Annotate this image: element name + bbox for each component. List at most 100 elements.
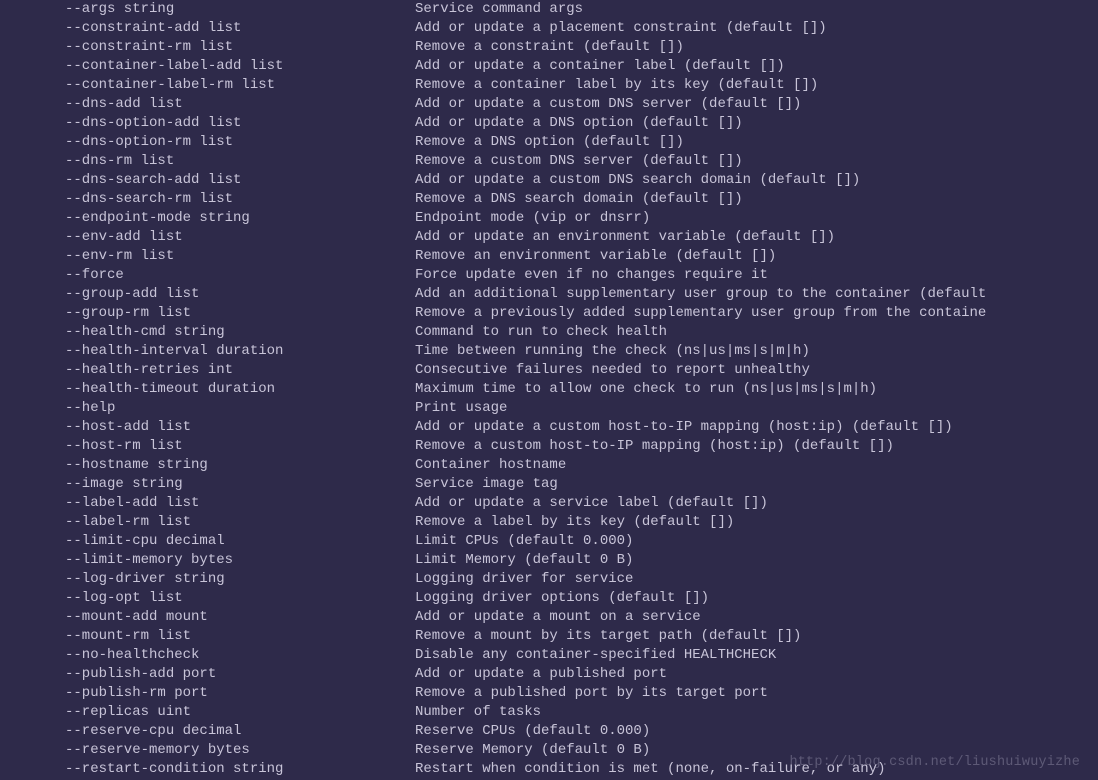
option-description: Remove a mount by its target path (defau… (415, 627, 801, 646)
option-description: Container hostname (415, 456, 566, 475)
option-row: --dns-search-add listAdd or update a cus… (0, 171, 1098, 190)
option-description: Add or update a published port (415, 665, 667, 684)
option-flag: --reserve-memory bytes (0, 741, 415, 760)
option-flag: --replicas uint (0, 703, 415, 722)
option-description: Remove an environment variable (default … (415, 247, 776, 266)
option-row: --mount-add mountAdd or update a mount o… (0, 608, 1098, 627)
option-row: --replicas uintNumber of tasks (0, 703, 1098, 722)
option-row: --env-add listAdd or update an environme… (0, 228, 1098, 247)
option-flag: --limit-cpu decimal (0, 532, 415, 551)
option-flag: --force (0, 266, 415, 285)
option-description: Add or update a service label (default [… (415, 494, 768, 513)
option-description: Maximum time to allow one check to run (… (415, 380, 877, 399)
option-description: Reserve Memory (default 0 B) (415, 741, 650, 760)
option-flag: --group-add list (0, 285, 415, 304)
option-row: --health-cmd stringCommand to run to che… (0, 323, 1098, 342)
option-flag: --label-add list (0, 494, 415, 513)
option-description: Limit CPUs (default 0.000) (415, 532, 633, 551)
option-row: --publish-add portAdd or update a publis… (0, 665, 1098, 684)
option-row: --no-healthcheckDisable any container-sp… (0, 646, 1098, 665)
option-description: Remove a constraint (default []) (415, 38, 684, 57)
option-description: Add or update a placement constraint (de… (415, 19, 827, 38)
option-description: Remove a label by its key (default []) (415, 513, 734, 532)
cli-help-output: --args stringService command args--const… (0, 0, 1098, 779)
option-flag: --host-add list (0, 418, 415, 437)
option-description: Print usage (415, 399, 507, 418)
option-flag: --mount-add mount (0, 608, 415, 627)
option-description: Remove a DNS option (default []) (415, 133, 684, 152)
option-row: --image stringService image tag (0, 475, 1098, 494)
option-flag: --dns-search-add list (0, 171, 415, 190)
option-flag: --health-cmd string (0, 323, 415, 342)
option-description: Add an additional supplementary user gro… (415, 285, 986, 304)
option-description: Remove a custom DNS server (default []) (415, 152, 743, 171)
option-flag: --no-healthcheck (0, 646, 415, 665)
option-description: Remove a container label by its key (def… (415, 76, 818, 95)
option-row: --host-rm listRemove a custom host-to-IP… (0, 437, 1098, 456)
option-row: --group-rm listRemove a previously added… (0, 304, 1098, 323)
option-flag: --hostname string (0, 456, 415, 475)
option-description: Add or update a custom DNS server (defau… (415, 95, 801, 114)
option-flag: --args string (0, 0, 415, 19)
option-row: --endpoint-mode stringEndpoint mode (vip… (0, 209, 1098, 228)
option-description: Remove a published port by its target po… (415, 684, 768, 703)
option-flag: --constraint-add list (0, 19, 415, 38)
option-row: --health-interval durationTime between r… (0, 342, 1098, 361)
option-row: --label-add listAdd or update a service … (0, 494, 1098, 513)
option-row: --hostname stringContainer hostname (0, 456, 1098, 475)
option-description: Add or update a custom DNS search domain… (415, 171, 860, 190)
option-description: Add or update a mount on a service (415, 608, 701, 627)
option-row: --limit-cpu decimalLimit CPUs (default 0… (0, 532, 1098, 551)
option-description: Logging driver for service (415, 570, 633, 589)
option-description: Command to run to check health (415, 323, 667, 342)
option-flag: --label-rm list (0, 513, 415, 532)
option-description: Remove a previously added supplementary … (415, 304, 986, 323)
option-description: Remove a DNS search domain (default []) (415, 190, 743, 209)
option-description: Logging driver options (default []) (415, 589, 709, 608)
option-row: --restart-condition stringRestart when c… (0, 760, 1098, 779)
option-flag: --dns-search-rm list (0, 190, 415, 209)
option-flag: --container-label-rm list (0, 76, 415, 95)
option-description: Add or update a DNS option (default []) (415, 114, 743, 133)
option-flag: --restart-condition string (0, 760, 415, 779)
option-row: --group-add listAdd an additional supple… (0, 285, 1098, 304)
option-flag: --limit-memory bytes (0, 551, 415, 570)
option-row: --helpPrint usage (0, 399, 1098, 418)
option-flag: --endpoint-mode string (0, 209, 415, 228)
option-flag: --env-rm list (0, 247, 415, 266)
option-row: --dns-search-rm listRemove a DNS search … (0, 190, 1098, 209)
option-row: --env-rm listRemove an environment varia… (0, 247, 1098, 266)
option-row: --mount-rm listRemove a mount by its tar… (0, 627, 1098, 646)
option-row: --host-add listAdd or update a custom ho… (0, 418, 1098, 437)
option-flag: --health-retries int (0, 361, 415, 380)
option-row: --dns-option-add listAdd or update a DNS… (0, 114, 1098, 133)
option-row: --health-retries intConsecutive failures… (0, 361, 1098, 380)
option-description: Remove a custom host-to-IP mapping (host… (415, 437, 894, 456)
option-flag: --health-interval duration (0, 342, 415, 361)
option-description: Endpoint mode (vip or dnsrr) (415, 209, 650, 228)
option-row: --limit-memory bytesLimit Memory (defaul… (0, 551, 1098, 570)
option-row: --publish-rm portRemove a published port… (0, 684, 1098, 703)
option-row: --reserve-memory bytesReserve Memory (de… (0, 741, 1098, 760)
option-row: --args stringService command args (0, 0, 1098, 19)
option-flag: --constraint-rm list (0, 38, 415, 57)
option-description: Restart when condition is met (none, on-… (415, 760, 885, 779)
option-description: Reserve CPUs (default 0.000) (415, 722, 650, 741)
option-flag: --group-rm list (0, 304, 415, 323)
option-flag: --log-driver string (0, 570, 415, 589)
option-flag: --dns-option-rm list (0, 133, 415, 152)
option-row: --constraint-rm listRemove a constraint … (0, 38, 1098, 57)
option-row: --health-timeout durationMaximum time to… (0, 380, 1098, 399)
option-flag: --health-timeout duration (0, 380, 415, 399)
option-flag: --publish-rm port (0, 684, 415, 703)
option-flag: --mount-rm list (0, 627, 415, 646)
option-flag: --help (0, 399, 415, 418)
option-row: --container-label-rm listRemove a contai… (0, 76, 1098, 95)
option-row: --dns-rm listRemove a custom DNS server … (0, 152, 1098, 171)
option-row: --log-opt listLogging driver options (de… (0, 589, 1098, 608)
option-flag: --log-opt list (0, 589, 415, 608)
option-description: Service command args (415, 0, 583, 19)
option-description: Add or update an environment variable (d… (415, 228, 835, 247)
option-description: Limit Memory (default 0 B) (415, 551, 633, 570)
option-row: --log-driver stringLogging driver for se… (0, 570, 1098, 589)
